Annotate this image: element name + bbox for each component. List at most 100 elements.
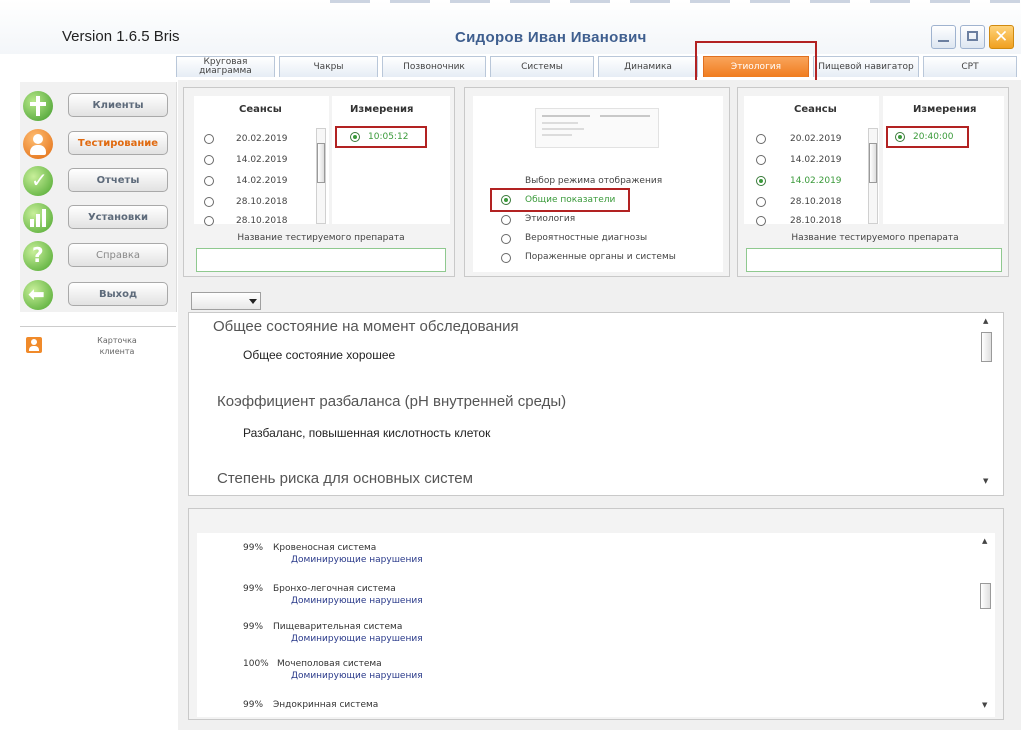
tab-dynamics[interactable]: Динамика <box>598 56 698 77</box>
report-section-body: Разбаланс, повышенная кислотность клеток <box>243 426 491 440</box>
checkmark-icon: ✓ <box>23 166 53 196</box>
system-name: Пищеварительная система <box>273 622 403 632</box>
top-decoration <box>330 0 1020 3</box>
tab-spine[interactable]: Позвоночник <box>382 56 486 77</box>
right-sessions-list: Сеансы 20.02.2019 14.02.2019 14.02.2019 … <box>744 96 879 226</box>
maximize-button[interactable] <box>960 25 985 49</box>
left-measurements-list: Измерения 10:05:12 <box>332 96 450 224</box>
sidebar-item-testing[interactable]: Тестирование <box>68 131 168 155</box>
mode-label-organs[interactable]: Пораженные органы и системы <box>525 252 676 262</box>
system-percent: 99% <box>243 622 264 632</box>
left-measurement-time[interactable]: 10:05:12 <box>368 132 408 142</box>
report-panel: Общее состояние на момент обследования О… <box>188 312 1004 496</box>
left-sessions-scrollbar[interactable] <box>316 128 326 224</box>
right-session-radio-4[interactable] <box>756 197 766 207</box>
left-drug-field[interactable] <box>196 248 446 272</box>
right-session-radio-5[interactable] <box>756 216 766 226</box>
sidebar-item-clients[interactable]: Клиенты <box>68 93 168 117</box>
minimize-icon <box>938 40 949 42</box>
left-session-date[interactable]: 28.10.2018 <box>236 197 288 207</box>
scroll-thumb[interactable] <box>980 583 991 609</box>
minimize-button[interactable] <box>931 25 956 49</box>
systems-scrollbar[interactable]: ▲ ▼ <box>980 535 991 715</box>
client-card-panel: Карточка клиента <box>20 326 176 727</box>
mode-label-etiology[interactable]: Этиология <box>525 214 575 224</box>
report-scrollbar[interactable]: ▲ ▼ <box>981 317 992 491</box>
left-session-radio-4[interactable] <box>204 197 214 207</box>
left-session-radio-1[interactable] <box>204 134 214 144</box>
left-sessions-header: Сеансы <box>239 104 282 115</box>
report-section-body: Общее состояние хорошее <box>243 348 396 362</box>
mode-radio-etiology[interactable] <box>501 215 511 225</box>
right-measurements-list: Измерения 20:40:00 <box>883 96 1004 224</box>
systems-panel: 99% Кровеносная система Доминирующие нар… <box>188 508 1004 720</box>
right-drug-field[interactable] <box>746 248 1002 272</box>
tab-circular-chart[interactable]: Круговая диаграмма <box>176 56 275 77</box>
client-card-link[interactable]: Карточка клиента <box>82 335 152 357</box>
app-version: Version 1.6.5 Bris <box>62 28 180 45</box>
scroll-down-icon[interactable]: ▼ <box>983 477 988 485</box>
right-measurement-radio[interactable] <box>895 132 905 142</box>
left-session-radio-5[interactable] <box>204 216 214 226</box>
right-session-date-selected[interactable]: 14.02.2019 <box>790 176 842 186</box>
right-session-radio-1[interactable] <box>756 134 766 144</box>
tab-chakras[interactable]: Чакры <box>279 56 378 77</box>
mode-radio-organs[interactable] <box>501 253 511 263</box>
systems-list: 99% Кровеносная система Доминирующие нар… <box>197 533 995 717</box>
system-note: Доминирующие нарушения <box>291 634 423 644</box>
scroll-thumb[interactable] <box>869 143 877 183</box>
right-session-date[interactable]: 28.10.2018 <box>790 216 842 226</box>
sidebar-item-reports[interactable]: Отчеты <box>68 168 168 192</box>
right-sessions-scrollbar[interactable] <box>868 128 878 224</box>
right-measurement-time[interactable]: 20:40:00 <box>913 132 953 142</box>
tab-systems[interactable]: Системы <box>490 56 594 77</box>
right-session-radio-3[interactable] <box>756 176 766 186</box>
left-session-panel: Сеансы 20.02.2019 14.02.2019 14.02.2019 … <box>183 87 455 277</box>
scroll-up-icon[interactable]: ▲ <box>983 317 988 325</box>
exit-arrow-icon: ⬅ <box>23 280 53 310</box>
mode-title: Выбор режима отображения <box>525 176 663 186</box>
left-session-date[interactable]: 28.10.2018 <box>236 216 288 226</box>
scroll-thumb[interactable] <box>317 143 325 183</box>
left-measurement-radio[interactable] <box>350 132 360 142</box>
scroll-up-icon[interactable]: ▲ <box>982 537 987 545</box>
mode-radio-general[interactable] <box>501 195 511 205</box>
system-percent: 99% <box>243 700 264 710</box>
left-session-radio-3[interactable] <box>204 176 214 186</box>
system-name: Кровеносная система <box>273 543 377 553</box>
tab-food-navigator[interactable]: Пищевой навигатор <box>813 56 919 77</box>
chevron-down-icon <box>249 299 257 304</box>
sidebar-item-help[interactable]: Справка <box>68 243 168 267</box>
right-session-date[interactable]: 20.02.2019 <box>790 134 842 144</box>
mode-label-general[interactable]: Общие показатели <box>525 195 615 205</box>
client-card-icon[interactable] <box>26 337 42 353</box>
left-session-date[interactable]: 20.02.2019 <box>236 134 288 144</box>
system-name: Бронхо-легочная система <box>273 584 396 594</box>
right-session-date[interactable]: 14.02.2019 <box>790 155 842 165</box>
left-session-date[interactable]: 14.02.2019 <box>236 155 288 165</box>
system-name: Эндокринная система <box>273 700 379 710</box>
right-session-radio-2[interactable] <box>756 155 766 165</box>
left-session-date[interactable]: 14.02.2019 <box>236 176 288 186</box>
mode-radio-diagnoses[interactable] <box>501 234 511 244</box>
mode-label-diagnoses[interactable]: Вероятностные диагнозы <box>525 233 647 243</box>
sidebar: Клиенты Тестирование ✓ Отчеты Установки … <box>20 82 177 312</box>
right-session-date[interactable]: 28.10.2018 <box>790 197 842 207</box>
mode-panel-inner: Выбор режима отображения Общие показател… <box>473 96 723 272</box>
report-dropdown[interactable] <box>191 292 261 310</box>
tab-cpt[interactable]: CPT <box>923 56 1017 77</box>
person-icon <box>23 129 53 159</box>
left-session-radio-2[interactable] <box>204 155 214 165</box>
sidebar-item-exit[interactable]: Выход <box>68 282 168 306</box>
right-measurements-header: Измерения <box>913 104 977 115</box>
close-button[interactable]: ✕ <box>989 25 1014 49</box>
report-preview-thumbnail <box>535 108 659 148</box>
sidebar-item-settings[interactable]: Установки <box>68 205 168 229</box>
scroll-down-icon[interactable]: ▼ <box>982 701 987 709</box>
scroll-thumb[interactable] <box>981 332 992 362</box>
system-percent: 99% <box>243 543 264 553</box>
cross-icon <box>23 91 53 121</box>
report-section-title: Общее состояние на момент обследования <box>213 318 519 335</box>
tab-strip: Круговая диаграмма Чакры Позвоночник Сис… <box>176 56 1021 79</box>
system-name: Мочеполовая система <box>277 659 382 669</box>
